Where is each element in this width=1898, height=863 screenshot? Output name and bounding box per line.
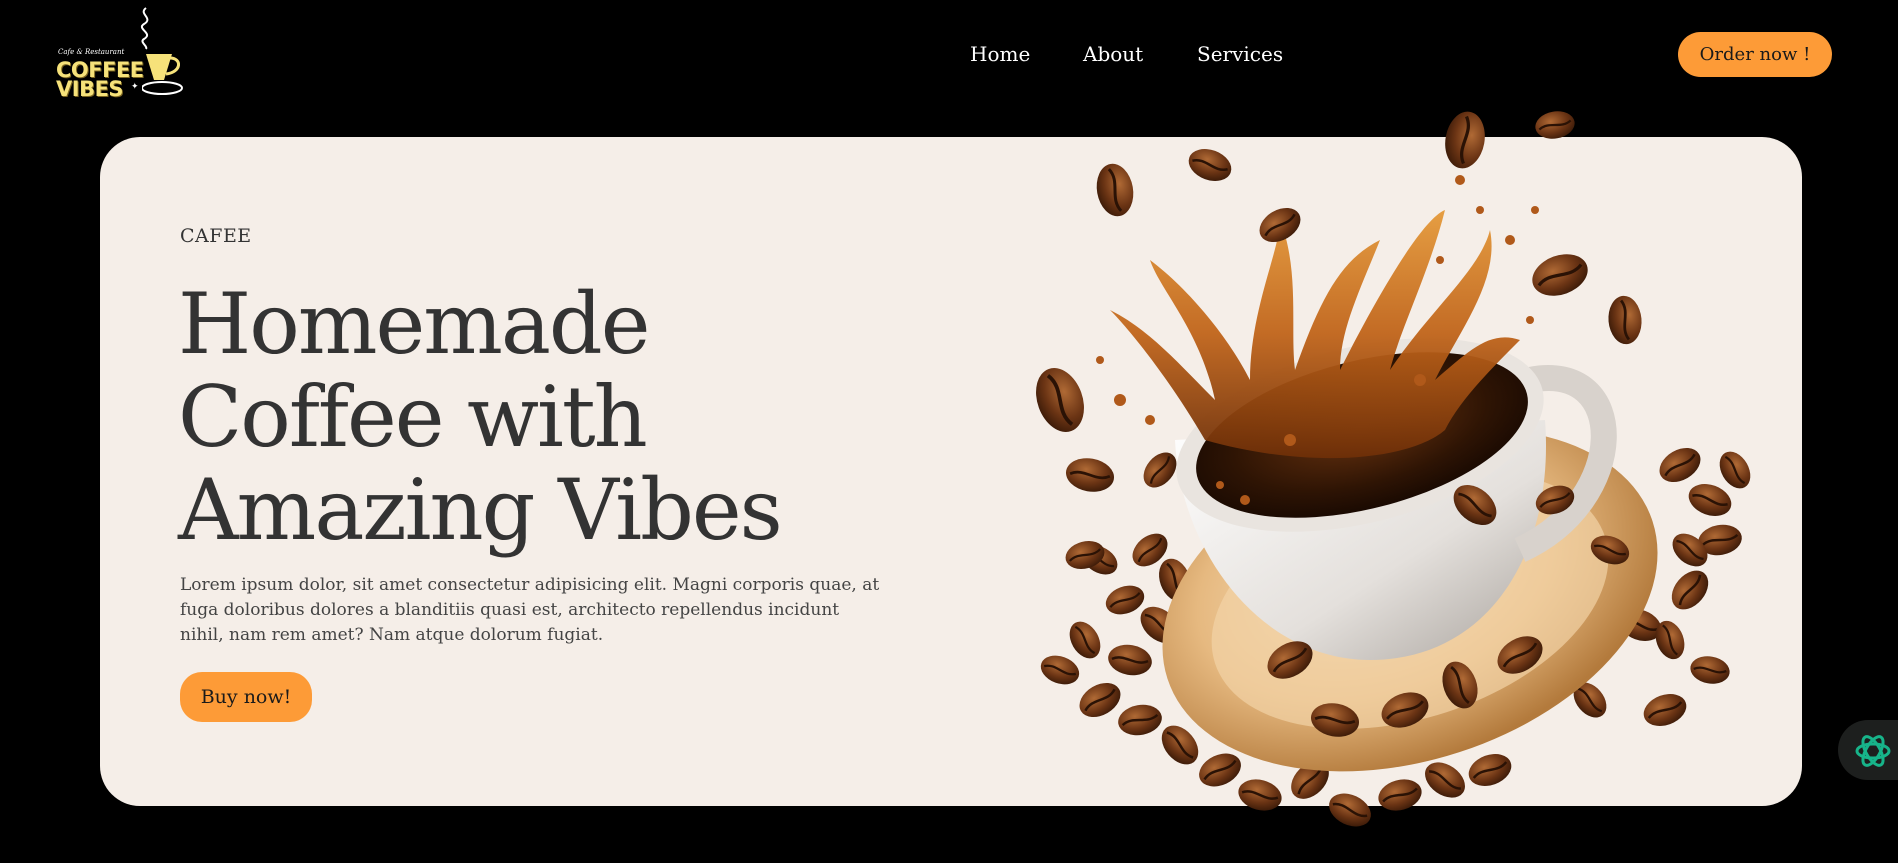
brand-name-line2: VIBES <box>56 77 124 101</box>
headline-line: Amazing Vibes <box>178 461 783 559</box>
nav-home[interactable]: Home <box>970 42 1030 66</box>
buy-now-button[interactable]: Buy now! <box>180 672 312 722</box>
coffee-splash-illustration <box>1025 106 1758 835</box>
nav-about[interactable]: About <box>1083 42 1143 66</box>
order-now-button[interactable]: Order now ! <box>1678 32 1832 77</box>
nav-services[interactable]: Services <box>1197 42 1283 66</box>
sparkle-icon: ✦ <box>131 82 139 92</box>
steam-icon <box>141 7 149 50</box>
assistant-button[interactable] <box>1838 720 1898 780</box>
coffee-cup-icon <box>142 54 183 95</box>
headline-line: Coffee with <box>178 368 648 466</box>
brand-logo[interactable]: Cafe & Restaurant COFFEE VIBES ✦ <box>54 6 194 102</box>
headline-line: Homemade <box>178 275 650 373</box>
brand-tagline: Cafe & Restaurant <box>58 48 125 56</box>
hero-headline: Homemade Coffee with Amazing Vibes <box>178 278 938 557</box>
hero-eyebrow: CAFEE <box>180 225 252 247</box>
hero-description: Lorem ipsum dolor, sit amet consectetur … <box>180 575 880 645</box>
openai-icon <box>1855 735 1891 767</box>
